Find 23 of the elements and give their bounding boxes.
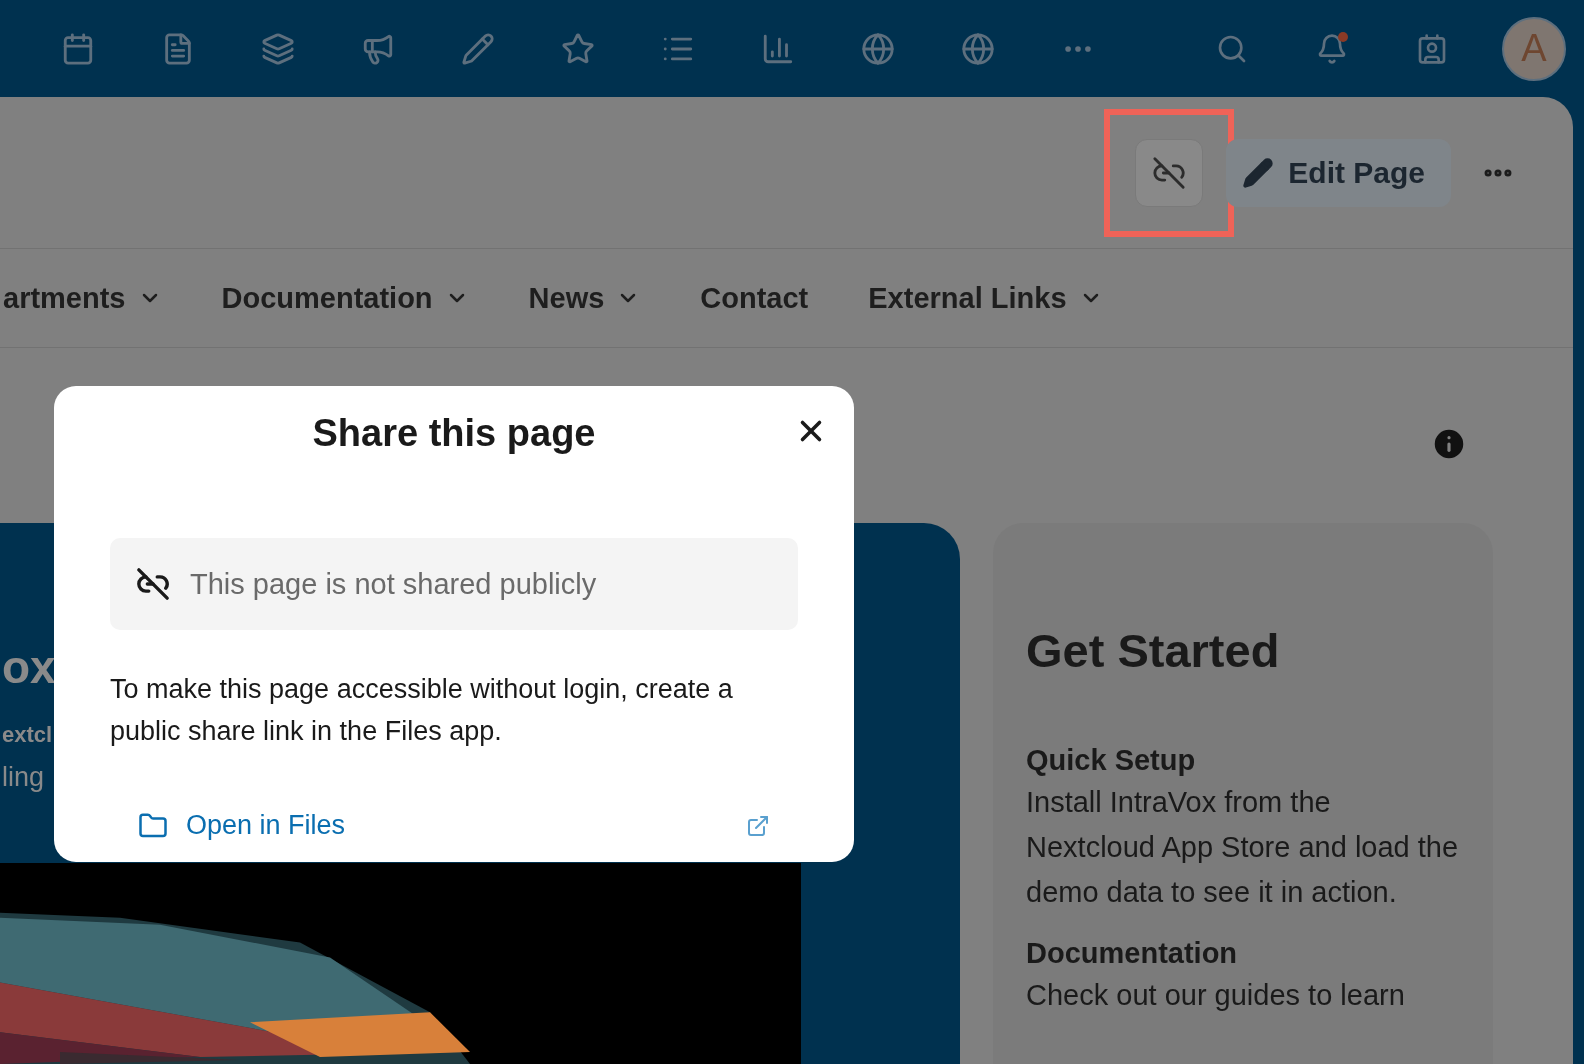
nav-item[interactable]: Contact: [700, 281, 809, 315]
nav-item[interactable]: News: [528, 281, 641, 315]
nav-item[interactable]: Documentation: [221, 281, 469, 315]
dialog-title: Share this page: [312, 411, 596, 455]
hero-title: ox: [2, 640, 56, 695]
dialog-message: To make this page accessible without login, create a public share link in the Files app.: [110, 673, 734, 748]
unlink-button[interactable]: [1135, 138, 1204, 207]
nav-item[interactable]: artments: [3, 281, 162, 315]
unlink-icon: [136, 567, 170, 601]
card-title: Get Started: [1026, 623, 1281, 678]
section-heading: Quick Setup: [1026, 743, 1197, 778]
open-in-files-link[interactable]: Open in Files: [110, 810, 798, 841]
external-link-icon: [746, 813, 770, 838]
nav-item[interactable]: External Links: [868, 281, 1103, 315]
section-text: Check out our guides to learn: [1026, 978, 1406, 1013]
unlink-icon: [1152, 155, 1187, 190]
hero-text: ling: [2, 761, 45, 794]
pencil-icon: [1242, 156, 1275, 189]
edit-page-button[interactable]: Edit Page: [1226, 138, 1451, 207]
hero-subtitle: extcl: [2, 721, 53, 749]
section-heading: Documentation: [1026, 936, 1239, 971]
section-text: Install IntraVox from the Nextcloud App Store and load the demo data to see it in action.: [1026, 785, 1460, 910]
status-text: This page is not shared publicly: [190, 567, 597, 601]
